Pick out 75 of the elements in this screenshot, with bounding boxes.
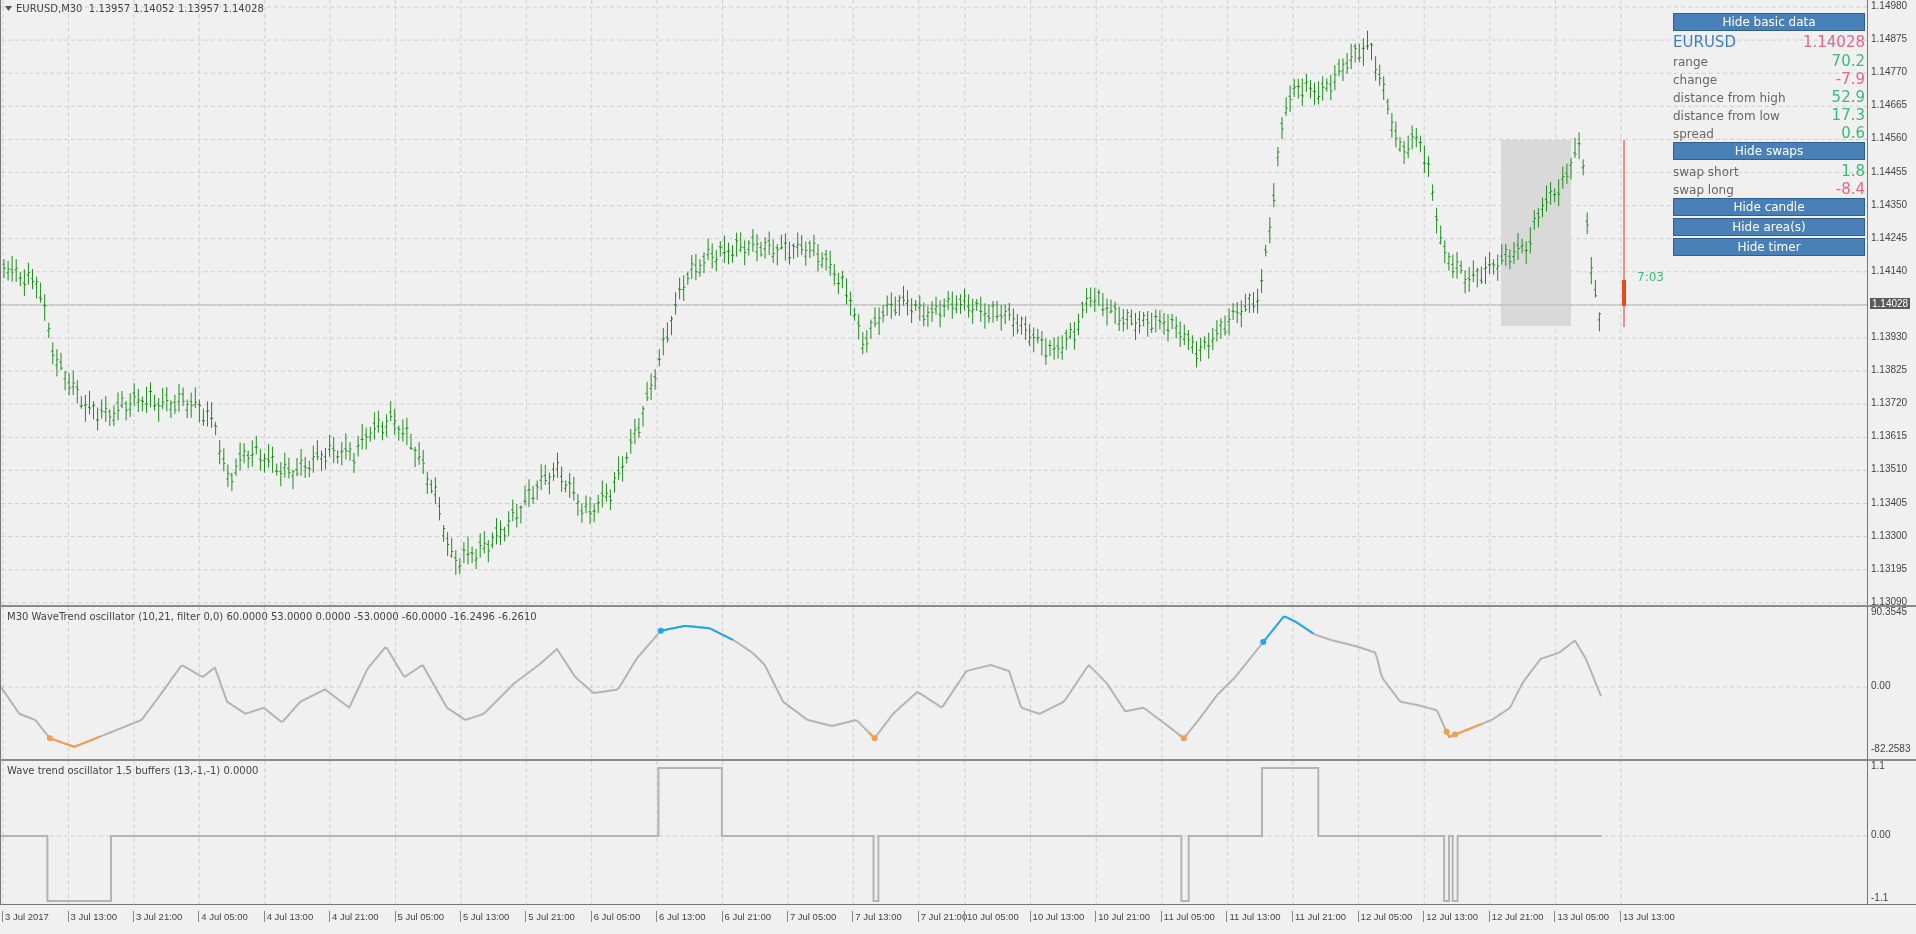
price-tick: 1.13510 (1871, 463, 1908, 475)
indicator-title: Wave trend oscillator 1.5 buffers (13,-1,-1) 0.0000 (7, 765, 259, 777)
info-value: 1.8 (1841, 162, 1865, 180)
candle-timer: 7:03 (1637, 270, 1664, 284)
info-value: -7.9 (1835, 70, 1865, 88)
time-tick: 12 Jul 13:00 (1423, 911, 1478, 923)
time-tick: 3 Jul 2017 (2, 911, 49, 923)
price-tick: 1.13195 (1871, 562, 1908, 574)
price-tick: 1.14770 (1871, 66, 1908, 78)
buffer-tick: -1.1 (1871, 892, 1889, 904)
panel-button[interactable]: Hide area(s) (1673, 218, 1865, 236)
price-tick: 1.14350 (1871, 198, 1908, 210)
time-tick: 6 Jul 05:00 (590, 911, 641, 923)
price-tick: 1.13300 (1871, 529, 1908, 541)
price-tick: 1.14245 (1871, 231, 1908, 243)
price-tick: 1.13405 (1871, 496, 1908, 508)
info-value: 70.2 (1831, 52, 1865, 70)
time-tick: 7 Jul 13:00 (852, 911, 902, 923)
time-tick: 4 Jul 05:00 (198, 911, 248, 923)
time-tick: 13 Jul 13:00 (1620, 911, 1675, 923)
time-tick: 6 Jul 21:00 (721, 911, 771, 923)
time-tick: 11 Jul 21:00 (1292, 911, 1347, 923)
time-tick: 3 Jul 21:00 (132, 911, 183, 923)
buffer-tick: 0.00 (1871, 829, 1891, 841)
info-label: distance from low (1673, 109, 1780, 123)
price-tick: 1.14140 (1871, 264, 1908, 276)
price-tick: 1.14455 (1871, 165, 1908, 177)
time-tick: 10 Jul 21:00 (1095, 911, 1150, 923)
price-tick: 1.14875 (1871, 33, 1908, 45)
info-label: change (1673, 73, 1718, 87)
time-tick: 6 Jul 13:00 (656, 911, 706, 923)
price-tick: 1.14665 (1871, 99, 1908, 111)
panel-button[interactable]: Hide timer (1673, 238, 1865, 256)
price-tick: 1.13615 (1871, 430, 1908, 442)
info-label: swap long (1673, 183, 1734, 197)
time-tick: 5 Jul 21:00 (525, 911, 575, 923)
oscillator-tick: -82.2583 (1871, 743, 1911, 755)
panel-button[interactable]: Hide swaps (1673, 142, 1865, 160)
info-value: 0.6 (1841, 124, 1865, 142)
time-tick: 10 Jul 13:00 (1029, 911, 1085, 923)
time-tick: 12 Jul 05:00 (1357, 911, 1413, 923)
buffer-tick: 1.1 (1871, 760, 1885, 772)
price-tick: 1.13720 (1871, 397, 1908, 409)
time-tick: 5 Jul 05:00 (394, 911, 444, 923)
info-value: 17.3 (1831, 106, 1865, 124)
current-price-label: 1.14028 (1870, 298, 1911, 309)
price-tick: 1.13825 (1871, 364, 1908, 376)
price-tick: 1.13090 (1871, 595, 1908, 607)
time-tick: 4 Jul 13:00 (263, 911, 314, 923)
chart-header: EURUSD,M30 1.13957 1.14052 1.13957 1.14028 (16, 3, 264, 14)
price-tick: 1.14980 (1871, 0, 1908, 11)
info-label: range (1673, 55, 1708, 69)
info-label: EURUSD (1673, 33, 1736, 51)
oscillator-tick: 90.3545 (1871, 606, 1908, 618)
time-tick: 3 Jul 13:00 (67, 911, 117, 923)
time-tick: 4 Jul 21:00 (329, 911, 379, 923)
panel-button[interactable]: Hide candle (1673, 198, 1865, 216)
time-tick: 5 Jul 13:00 (459, 911, 510, 923)
time-tick: 11 Jul 05:00 (1160, 911, 1215, 923)
info-value: 52.9 (1831, 88, 1865, 106)
info-value: -8.4 (1835, 180, 1865, 198)
panel-button[interactable]: Hide basic data (1673, 13, 1865, 31)
time-tick: 12 Jul 21:00 (1488, 911, 1544, 923)
oscillator-tick: 0.00 (1871, 680, 1891, 692)
price-tick: 1.13930 (1871, 331, 1908, 342)
indicator-title: M30 WaveTrend oscillator (10,21, filter 0,0) 60.0000 53.0000 0.0000 -53.0000 -60.0000 -16.2496 -6.2610 (7, 611, 537, 623)
price-tick: 1.14560 (1871, 132, 1908, 144)
caret-icon[interactable] (5, 6, 12, 11)
info-label: distance from high (1673, 91, 1786, 105)
info-value: 1.14028 (1802, 33, 1865, 51)
time-tick: 11 Jul 13:00 (1226, 911, 1281, 923)
info-label: swap short (1673, 165, 1739, 179)
time-tick: 13 Jul 05:00 (1554, 911, 1610, 923)
info-label: spread (1673, 127, 1714, 141)
time-tick: 7 Jul 05:00 (786, 911, 837, 923)
